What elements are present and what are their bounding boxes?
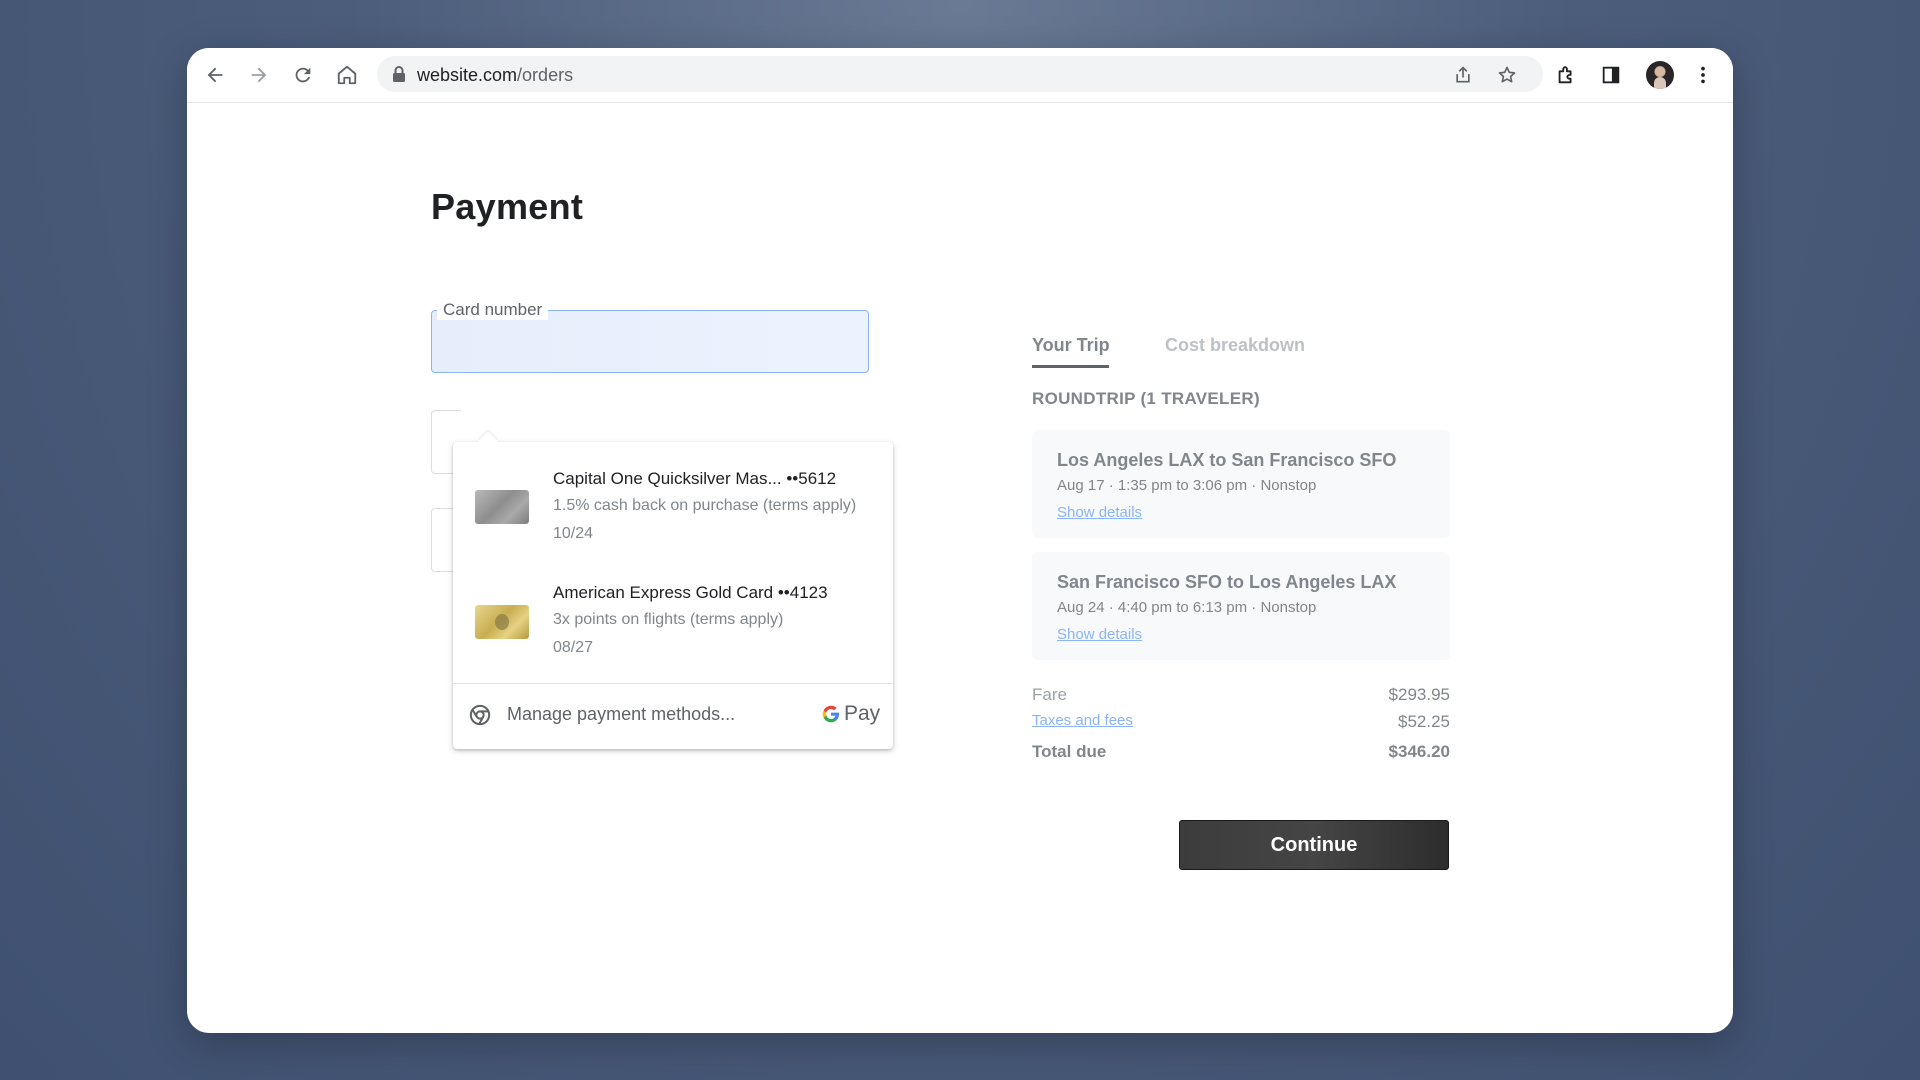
- forward-icon[interactable]: [245, 61, 273, 89]
- tab-your-trip[interactable]: Your Trip: [1032, 335, 1110, 356]
- url-text: website.com/orders: [417, 65, 574, 85]
- back-icon[interactable]: [201, 61, 229, 89]
- browser-toolbar: website.com/orders: [187, 48, 1733, 103]
- fare-label: Fare: [1032, 685, 1067, 704]
- credit-card-icon: [475, 490, 529, 524]
- flight-route: Los Angeles LAX to San Francisco SFO: [1057, 450, 1397, 470]
- menu-kebab-icon[interactable]: [1689, 61, 1717, 89]
- tab-cost-breakdown[interactable]: Cost breakdown: [1165, 335, 1305, 356]
- fare-value: $293.95: [1388, 685, 1450, 704]
- total-due-value: $346.20: [1388, 742, 1450, 761]
- autofill-dropdown: Capital One Quicksilver Mas... ••5612 1.…: [453, 442, 893, 749]
- active-tab-indicator: [1032, 365, 1109, 368]
- extensions-icon[interactable]: [1552, 61, 1580, 89]
- divider: [453, 683, 893, 684]
- google-g-icon: [822, 705, 839, 723]
- trip-heading: ROUNDTRIP (1 TRAVELER): [1032, 389, 1260, 408]
- card-benefit: 1.5% cash back on purchase (terms apply): [553, 497, 857, 514]
- chrome-icon: [469, 704, 491, 726]
- side-panel-icon[interactable]: [1597, 61, 1625, 89]
- card-benefit: 3x points on flights (terms apply): [553, 611, 784, 628]
- show-details-link[interactable]: Show details: [1057, 504, 1142, 521]
- card-name: Capital One Quicksilver Mas... ••5612: [553, 469, 837, 488]
- flight-route: San Francisco SFO to Los Angeles LAX: [1057, 572, 1397, 592]
- total-due-label: Total due: [1032, 742, 1107, 761]
- card-expiry: 08/27: [553, 639, 594, 656]
- gpay-text: Pay: [844, 702, 881, 725]
- address-bar[interactable]: website.com/orders: [377, 56, 1543, 92]
- flight-card: San Francisco SFO to Los Angeles LAX Aug…: [1032, 552, 1450, 660]
- page-title: Payment: [431, 186, 584, 227]
- taxes-value: $52.25: [1398, 712, 1450, 731]
- autofill-card-option[interactable]: American Express Gold Card ••4123 3x poi…: [453, 556, 893, 666]
- reload-icon[interactable]: [289, 61, 317, 89]
- flight-info: Aug 17 · 1:35 pm to 3:06 pm · Nonstop: [1057, 477, 1317, 494]
- flight-info: Aug 24 · 4:40 pm to 6:13 pm · Nonstop: [1057, 599, 1317, 616]
- lock-icon: [393, 66, 405, 82]
- card-expiry: 10/24: [553, 525, 594, 542]
- profile-avatar[interactable]: [1646, 61, 1674, 89]
- card-name: American Express Gold Card ••4123: [553, 583, 828, 602]
- bookmark-star-icon[interactable]: [1495, 63, 1519, 87]
- flight-card: Los Angeles LAX to San Francisco SFO Aug…: [1032, 430, 1450, 538]
- credit-card-icon: [475, 605, 529, 639]
- google-pay-logo: Pay: [821, 702, 880, 726]
- continue-button[interactable]: Continue: [1179, 820, 1449, 870]
- manage-payment-methods-link[interactable]: Manage payment methods...: [507, 704, 735, 725]
- show-details-link[interactable]: Show details: [1057, 626, 1142, 643]
- browser-window: website.com/orders Payment Card number C…: [187, 48, 1733, 1033]
- home-icon[interactable]: [333, 61, 361, 89]
- card-number-label: Card number: [437, 300, 549, 320]
- autofill-card-option[interactable]: Capital One Quicksilver Mas... ••5612 1.…: [453, 442, 893, 552]
- taxes-and-fees-link[interactable]: Taxes and fees: [1032, 712, 1133, 729]
- share-icon[interactable]: [1451, 63, 1475, 87]
